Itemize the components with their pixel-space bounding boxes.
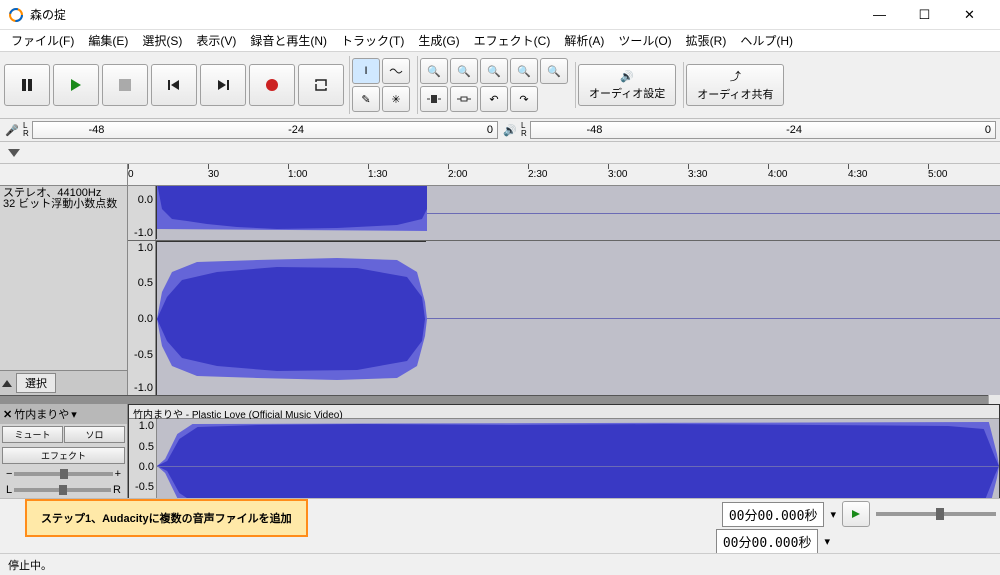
menu-extra[interactable]: 拡張(R) <box>679 29 734 52</box>
collapse-up-icon <box>2 380 12 387</box>
trim-button[interactable] <box>420 86 448 112</box>
meter-lr-label: LR <box>23 122 29 138</box>
gain-slider[interactable]: −+ <box>0 466 127 482</box>
pause-button[interactable] <box>4 64 50 106</box>
track-2-name: 竹内まりや <box>14 406 69 422</box>
play-at-speed-button[interactable] <box>842 501 870 527</box>
audio-settings-label: オーディオ設定 <box>589 85 665 101</box>
fit-sel-icon: 🔍 <box>487 65 501 78</box>
pan-slider[interactable]: LR <box>0 482 127 498</box>
track-2-body[interactable]: 竹内まりや - Plastic Love (Official Music Vid… <box>128 404 1000 498</box>
track-1-body[interactable]: 0.0 -1.0 1.0 0.5 0.0 -0.5 -1.0 <box>128 186 1000 395</box>
timeline-ruler[interactable]: 0 30 1:00 1:30 2:00 2:30 3:00 3:30 4:00 … <box>0 164 1000 186</box>
skip-start-button[interactable] <box>151 64 197 106</box>
track-2: ✕ 竹内まりや ▾ ミュート ソロ エフェクト −+ LR 竹内まりや - Pl… <box>0 404 1000 498</box>
skip-end-button[interactable] <box>200 64 246 106</box>
mute-button[interactable]: ミュート <box>2 426 63 443</box>
track-2-menu-icon[interactable]: ▾ <box>71 408 77 421</box>
menu-file[interactable]: ファイル(F) <box>4 29 81 52</box>
time-menu2-icon[interactable]: ▾ <box>824 535 830 548</box>
meters-bar: 🎤 LR -48 -24 0 🔊 LR -48 -24 0 <box>0 119 1000 142</box>
menu-edit[interactable]: 編集(E) <box>81 29 135 52</box>
menu-view[interactable]: 表示(V) <box>189 29 243 52</box>
zoom-out-button[interactable]: 🔍 <box>450 58 478 84</box>
track-2-header[interactable]: ✕ 竹内まりや ▾ ミュート ソロ エフェクト −+ LR <box>0 404 128 498</box>
zoom-toggle-icon: 🔍 <box>547 65 561 78</box>
draw-tool-button[interactable]: ✎ <box>352 86 380 112</box>
window-title: 森の掟 <box>30 6 857 23</box>
envelope-tool-button[interactable] <box>382 58 410 84</box>
selection-tool-button[interactable]: I <box>352 58 380 84</box>
zoom-in-button[interactable]: 🔍 <box>420 58 448 84</box>
zoom-toggle-button[interactable]: 🔍 <box>540 58 568 84</box>
record-meter-scale[interactable]: -48 -24 0 <box>32 121 498 139</box>
maximize-button[interactable]: ☐ <box>902 0 947 29</box>
play-button[interactable] <box>53 64 99 106</box>
close-button[interactable]: ✕ <box>947 0 992 29</box>
silence-button[interactable] <box>450 86 478 112</box>
minimize-button[interactable]: — <box>857 0 902 29</box>
speed-slider[interactable] <box>876 512 996 516</box>
clip-title[interactable]: 竹内まりや - Plastic Love (Official Music Vid… <box>129 405 999 419</box>
fit-selection-button[interactable]: 🔍 <box>480 58 508 84</box>
app-icon <box>8 7 24 23</box>
pin-row <box>0 142 1000 164</box>
time-display-2[interactable]: 00分00.000秒 <box>716 529 819 554</box>
playback-meter[interactable]: 🔊 LR -48 -24 0 <box>502 121 996 139</box>
menu-effect[interactable]: エフェクト(C) <box>467 29 558 52</box>
track-1-select-label: 選択 <box>16 373 56 393</box>
stop-button[interactable] <box>102 64 148 106</box>
callout-text: ステップ1、Audacityに複数の音声ファイルを追加 <box>41 513 292 525</box>
loop-button[interactable] <box>298 64 344 106</box>
track-1: ステレオ、44100Hz 32 ビット浮動小数点数 選択 0.0 -1.0 <box>0 186 1000 396</box>
time-menu-icon[interactable]: ▾ <box>830 508 836 521</box>
speaker-meter-icon: 🔊 <box>502 122 518 138</box>
menu-transport[interactable]: 録音と再生(N) <box>243 29 334 52</box>
playback-meter-scale[interactable]: -48 -24 0 <box>530 121 996 139</box>
undo-button[interactable]: ↶ <box>480 86 508 112</box>
track-1-header[interactable]: ステレオ、44100Hz 32 ビット浮動小数点数 選択 <box>0 186 128 395</box>
titlebar: 森の掟 — ☐ ✕ <box>0 0 1000 30</box>
zoom-in-icon: 🔍 <box>427 65 441 78</box>
time-display-1[interactable]: 00分00.000秒 <box>722 502 825 527</box>
audio-settings-button[interactable]: 🔊 オーディオ設定 <box>578 64 676 106</box>
audio-share-label: オーディオ共有 <box>697 86 773 102</box>
menu-help[interactable]: ヘルプ(H) <box>733 29 800 52</box>
fit-project-button[interactable]: 🔍 <box>510 58 538 84</box>
solo-button[interactable]: ソロ <box>64 426 125 443</box>
menu-tools[interactable]: ツール(O) <box>611 29 678 52</box>
toolbar: I ✎ ✳ 🔍 🔍 🔍 ↶ 🔍 ↷ 🔍 🔊 <box>0 52 1000 119</box>
menu-select[interactable]: 選択(S) <box>135 29 189 52</box>
audio-share-button[interactable]: ⤴ オーディオ共有 <box>686 64 784 106</box>
record-button[interactable] <box>249 64 295 106</box>
status-text: 停止中。 <box>8 560 52 572</box>
effect-button[interactable]: エフェクト <box>2 447 125 464</box>
track-1-info2: 32 ビット浮動小数点数 <box>3 199 124 210</box>
record-meter[interactable]: 🎤 LR -48 -24 0 <box>4 121 498 139</box>
menu-analyze[interactable]: 解析(A) <box>557 29 611 52</box>
playhead-pin-icon[interactable] <box>8 149 20 157</box>
menubar: ファイル(F) 編集(E) 選択(S) 表示(V) 録音と再生(N) トラック(… <box>0 30 1000 52</box>
share-icon: ⤴ <box>730 68 741 84</box>
track-2-close-button[interactable]: ✕ <box>3 408 12 421</box>
speaker-icon: 🔊 <box>620 70 634 83</box>
microphone-icon: 🎤 <box>4 122 20 138</box>
menu-generate[interactable]: 生成(G) <box>411 29 466 52</box>
tutorial-callout: ステップ1、Audacityに複数の音声ファイルを追加 <box>25 499 308 537</box>
meter-lr-label2: LR <box>521 122 527 138</box>
track-1-collapse[interactable]: 選択 <box>0 370 127 395</box>
tracks-area: ステレオ、44100Hz 32 ビット浮動小数点数 選択 0.0 -1.0 <box>0 186 1000 498</box>
zoom-out-icon: 🔍 <box>457 65 471 78</box>
statusbar: 停止中。 <box>0 553 1000 575</box>
multi-tool-button[interactable]: ✳ <box>382 86 410 112</box>
fit-proj-icon: 🔍 <box>517 65 531 78</box>
menu-tracks[interactable]: トラック(T) <box>334 29 411 52</box>
redo-button[interactable]: ↷ <box>510 86 538 112</box>
